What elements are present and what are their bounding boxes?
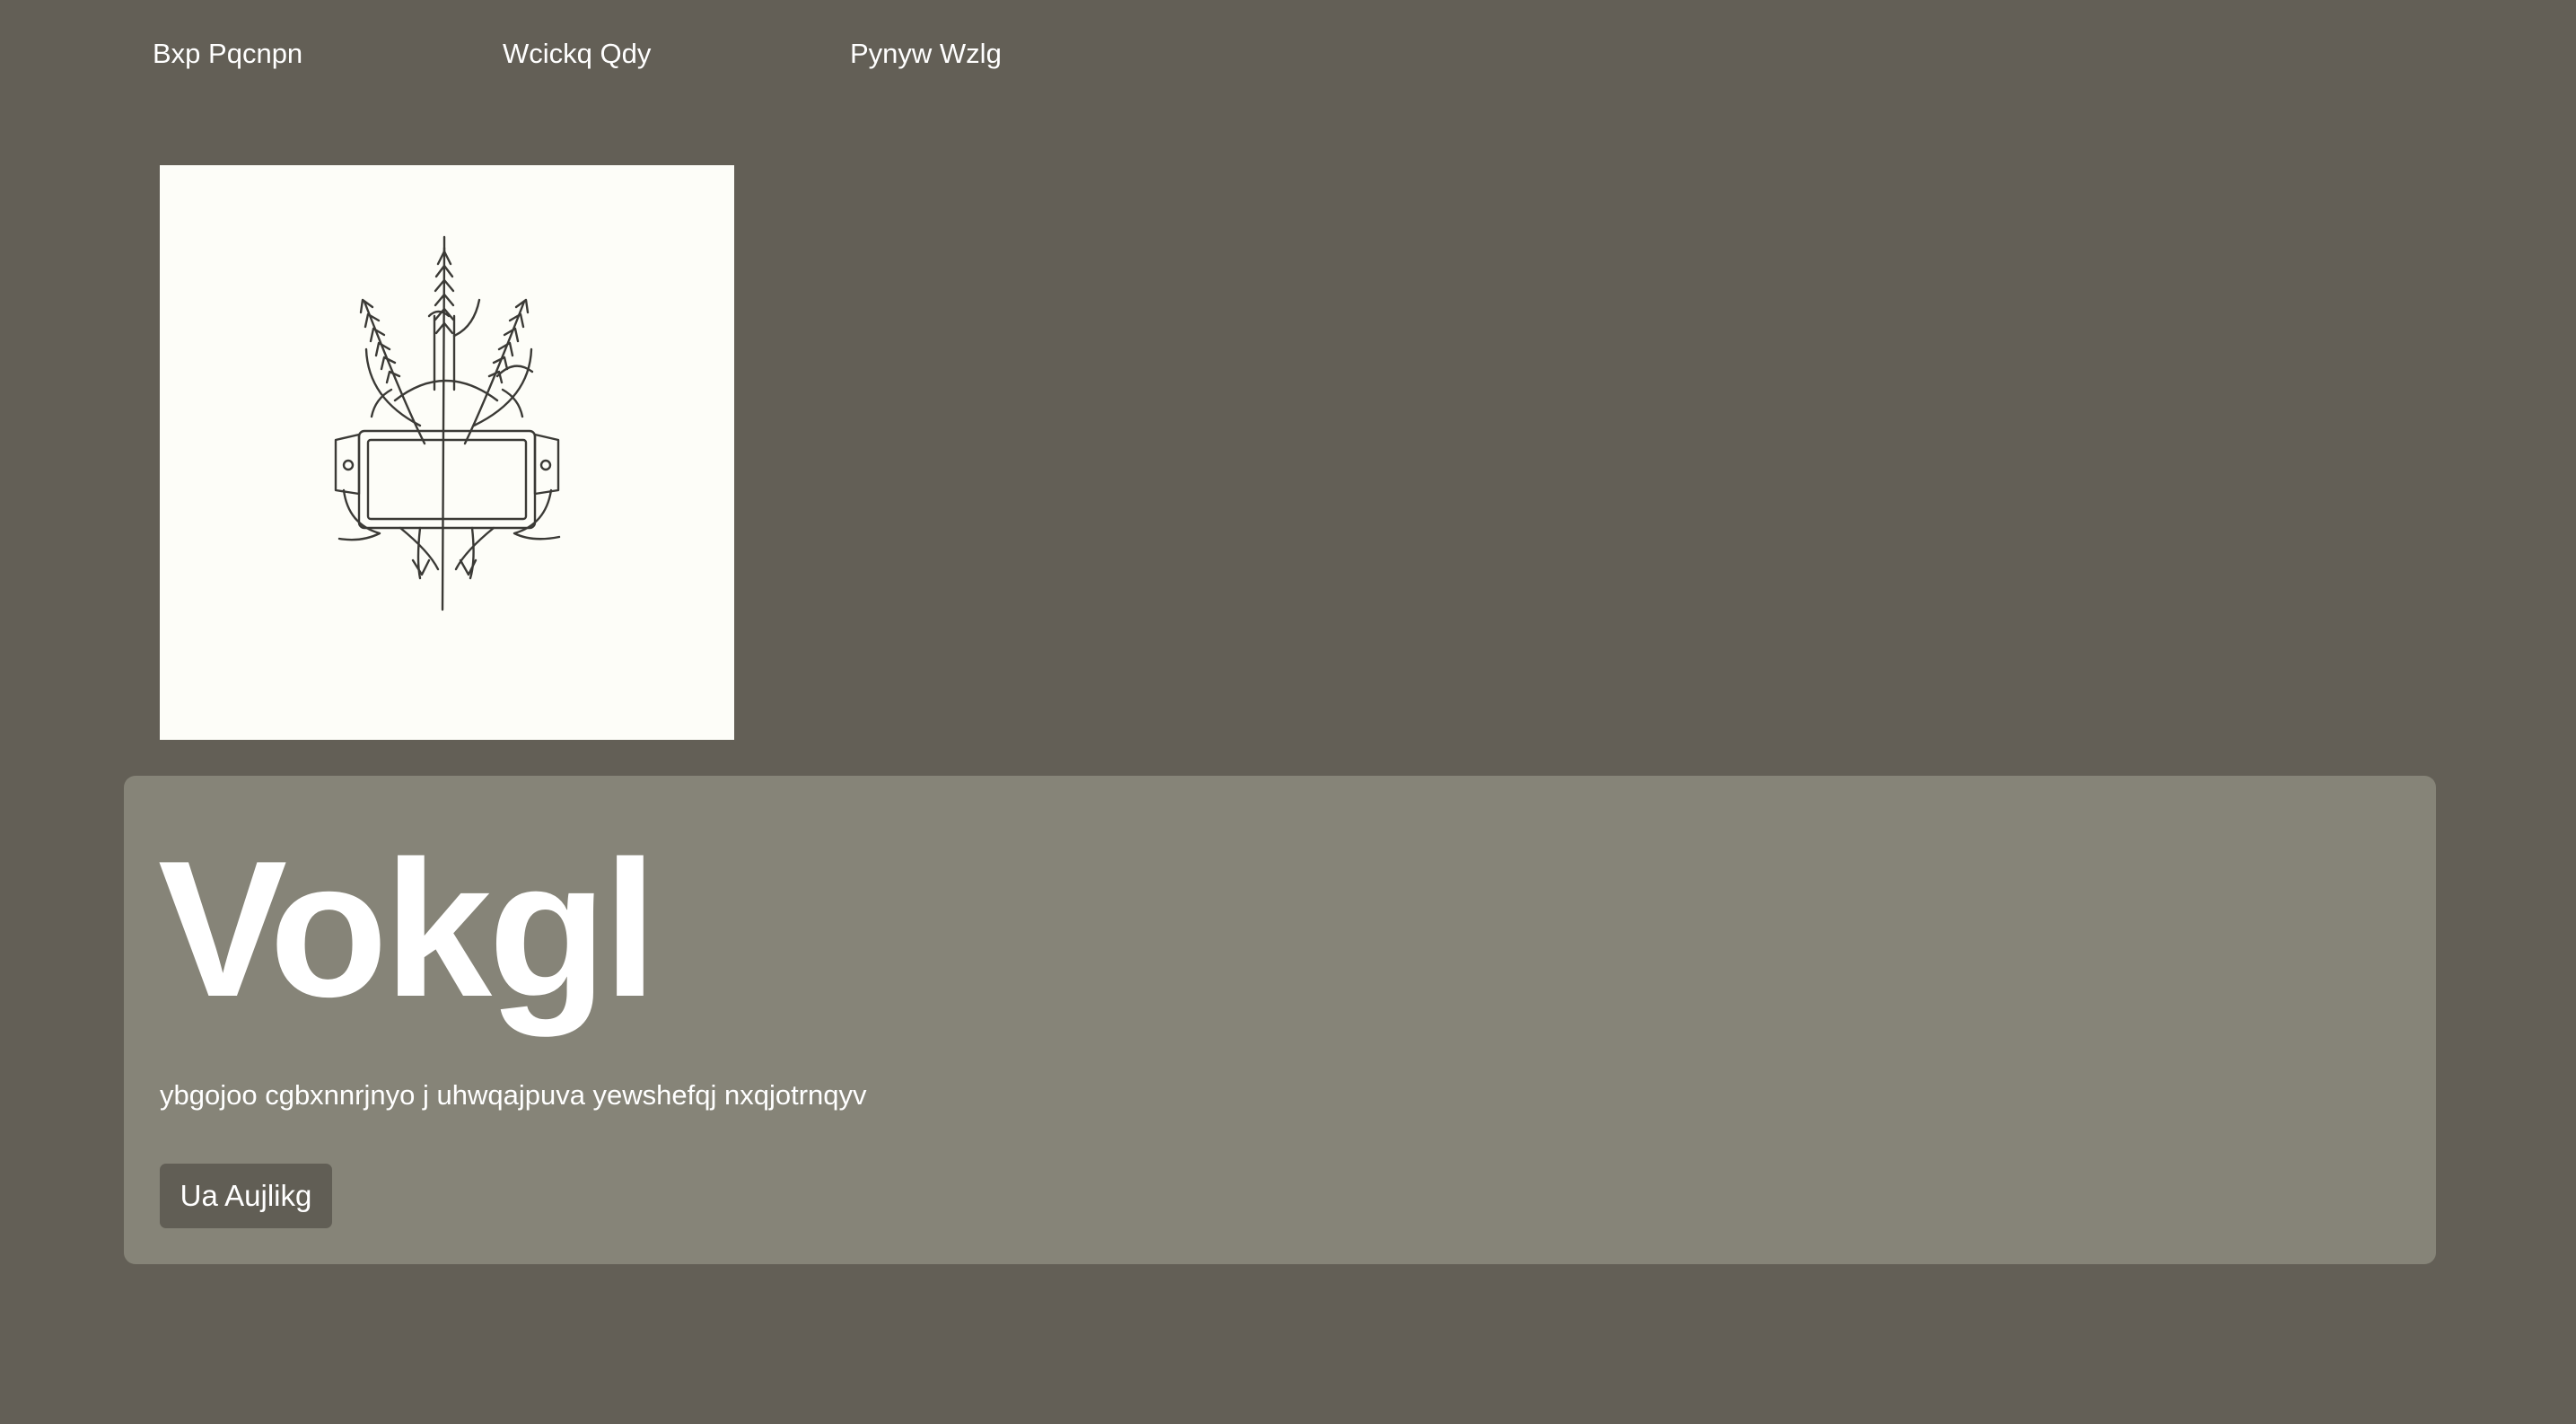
nav-link-1[interactable]: Bxp Pqcnpn	[153, 36, 302, 72]
wheat-crest-icon	[334, 235, 561, 611]
nav-link-3[interactable]: Pynyw Wzlg	[850, 36, 1002, 72]
hero-title: Vokgl	[158, 820, 657, 1037]
logo-image	[160, 165, 734, 740]
hero-cta-button[interactable]: Ua Aujlikg	[160, 1164, 332, 1228]
nav-link-2[interactable]: Wcickq Qdy	[503, 36, 651, 72]
hero-subtitle: ybgojoo cgbxnnrjnyo j uhwqajpuva yewshef…	[160, 1079, 867, 1111]
top-navigation: Bxp Pqcnpn Wcickq Qdy Pynyw Wzlg	[0, 0, 2576, 108]
hero-panel: Vokgl ybgojoo cgbxnnrjnyo j uhwqajpuva y…	[124, 776, 2436, 1264]
